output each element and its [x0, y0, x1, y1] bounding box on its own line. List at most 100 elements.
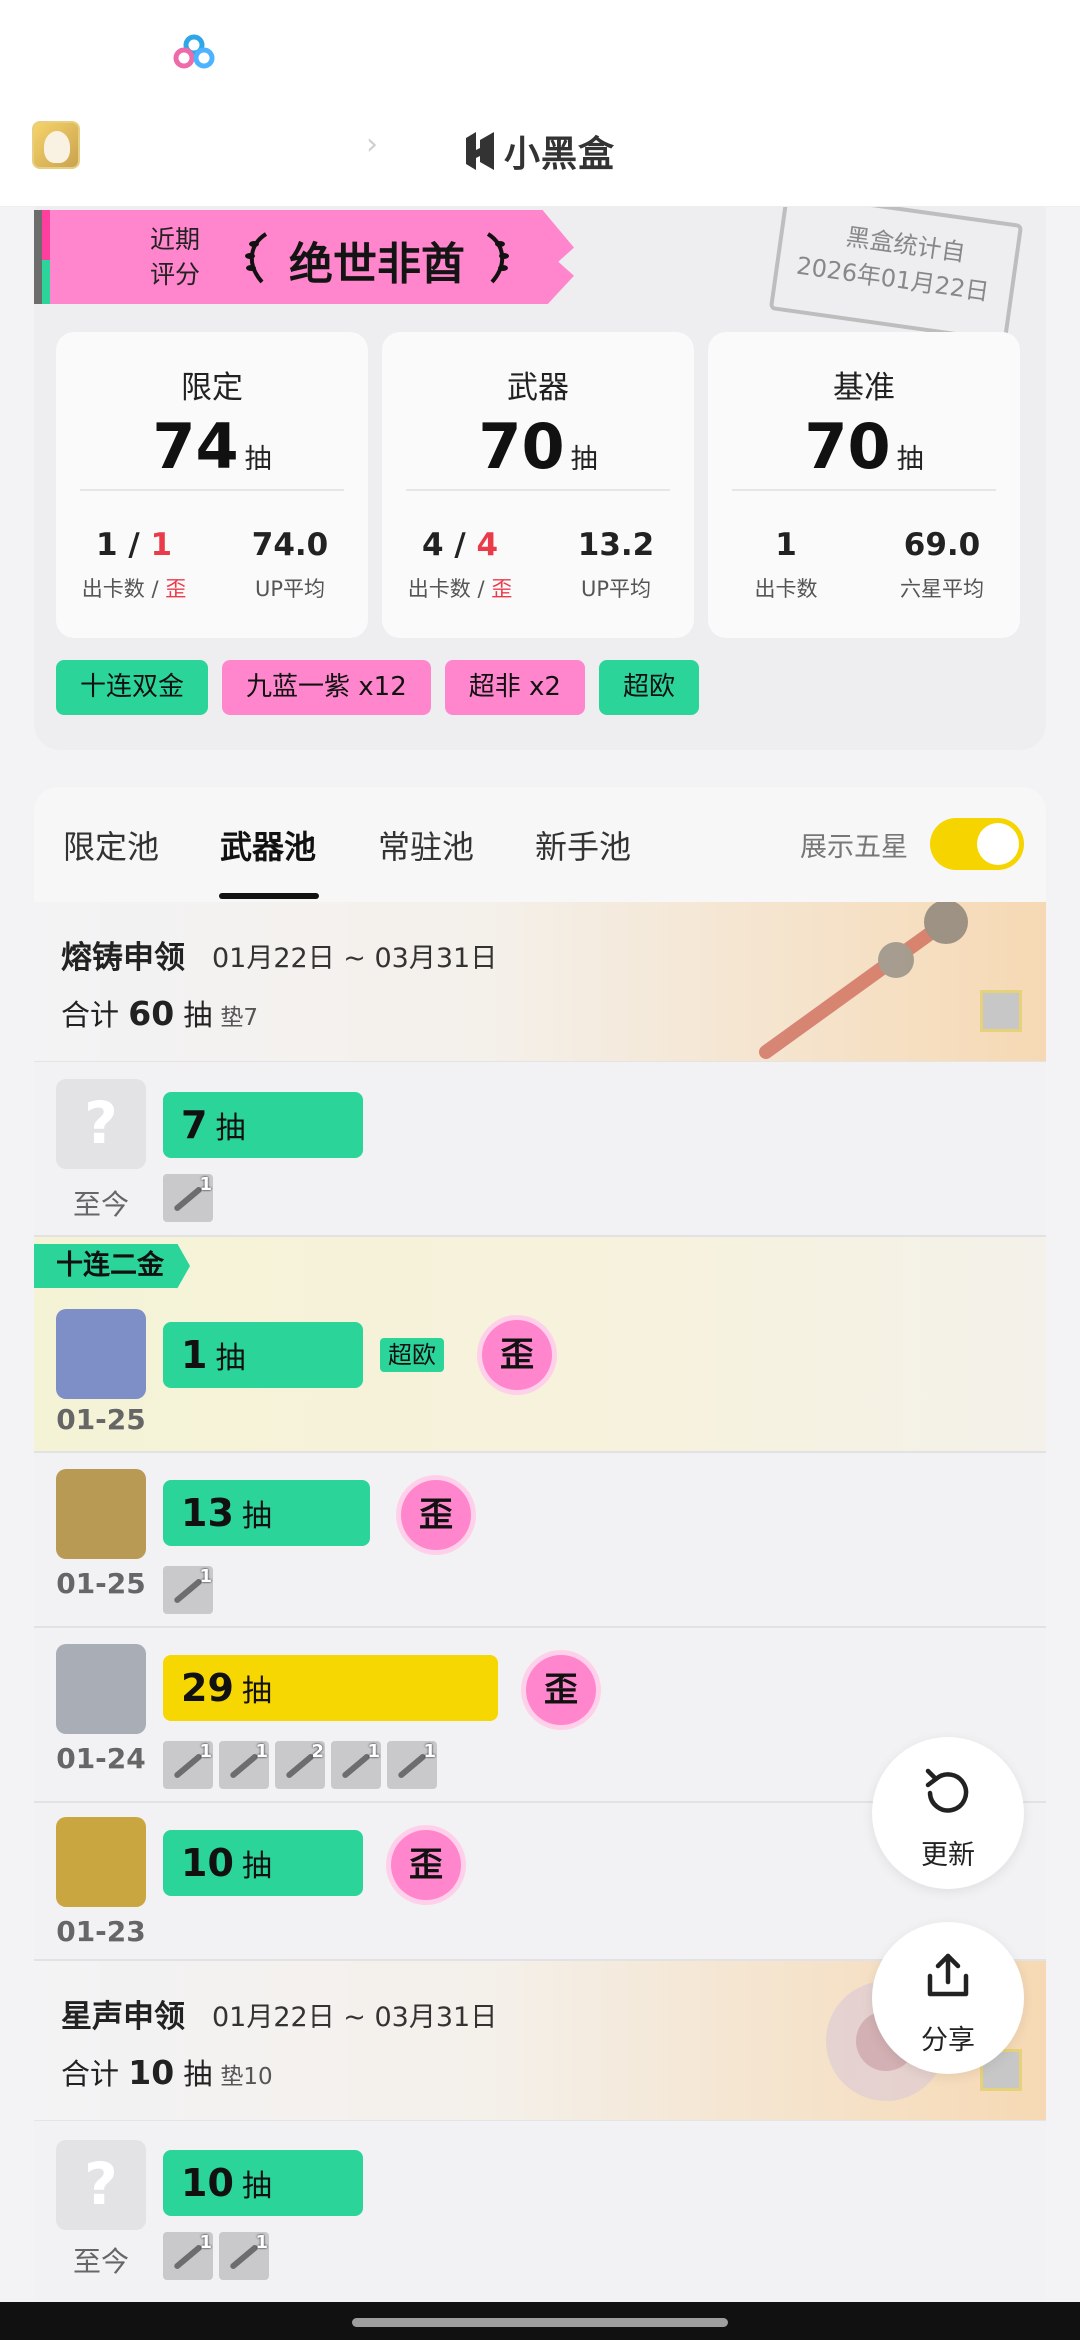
pull-row: 至今 10抽 1 1	[34, 2122, 1046, 2302]
pool-title: 星声申领	[61, 1999, 185, 2035]
tag-list: 十连双金 九蓝一紫 x12 超非 x2 超欧	[56, 660, 699, 715]
tab-limited[interactable]: 限定池	[63, 822, 159, 868]
stat-left-sep: /	[443, 527, 477, 563]
stat-right-key: UP平均	[254, 577, 326, 601]
tab-standard[interactable]: 常驻池	[378, 822, 474, 868]
stat-left-key-a: 出卡数 /	[81, 577, 166, 601]
stat-left-a: 4	[421, 527, 444, 563]
lucky-badge: 超欧	[380, 1338, 444, 1372]
stat-left-key-b: 歪	[491, 577, 513, 601]
pull-count-unit: 抽	[241, 2169, 272, 2204]
pull-row: 01-25 13 抽 歪 1	[34, 1453, 1046, 1628]
item-count: 2	[311, 1741, 324, 1762]
weapon-item-icon: 1	[219, 1741, 269, 1789]
stat-name: 限定	[181, 370, 243, 406]
tab-beginner[interactable]: 新手池	[535, 822, 631, 868]
item-count: 1	[199, 2232, 212, 2253]
off-banner-badge: 歪	[401, 1480, 471, 1550]
weapon-item-icon: 1	[331, 1741, 381, 1789]
pull-date: 01-25	[56, 1403, 146, 1436]
tab-weapon[interactable]: 武器池	[220, 822, 316, 868]
pool-date: 01月22日 ~ 03月31日	[212, 943, 498, 974]
pull-row: 十连二金 01-25 1抽 超欧 歪	[34, 1237, 1046, 1453]
pull-count-value: 1	[181, 1333, 208, 1377]
pull-count: 7抽	[163, 1092, 363, 1158]
item-list: 1	[163, 1566, 213, 1614]
tag: 十连双金	[56, 660, 209, 715]
brand-name: 小黑盒	[504, 134, 616, 175]
share-button[interactable]: 分享	[872, 1922, 1024, 2074]
show-five-star-toggle[interactable]	[930, 818, 1024, 870]
pull-count-value: 10	[181, 1841, 234, 1885]
unknown-item-icon	[56, 1079, 146, 1169]
weapon-item-icon: 1	[163, 1174, 213, 1222]
pull-count-value: 10	[181, 2161, 234, 2205]
refresh-icon	[925, 1768, 969, 1813]
pull-date: 至今	[72, 1188, 129, 1221]
brand-logo: 小黑盒	[462, 127, 615, 175]
pull-count-unit: 抽	[215, 1111, 246, 1146]
weapon-item-icon: 1	[163, 1566, 213, 1614]
stat-unit: 抽	[896, 444, 924, 475]
stat-unit: 抽	[570, 444, 598, 475]
stat-card-standard: 基准 70 抽 1 出卡数 69.0 六星平均	[708, 332, 1020, 638]
stat-name: 武器	[507, 370, 569, 406]
stat-left-b: 1	[150, 527, 173, 563]
item-list: 1 1 2 1 1	[163, 1741, 437, 1789]
chevron-right-icon[interactable]: ›	[366, 130, 382, 160]
rating-banner: 近期 评分 绝世非酋	[34, 210, 574, 304]
tag: 超欧	[598, 660, 699, 715]
stat-right-value: 74.0	[251, 527, 329, 563]
stat-left-a: 1	[775, 527, 797, 563]
pull-count-value: 13	[181, 1491, 234, 1535]
weapon-icon	[56, 1469, 146, 1559]
pool-total: 合计 10 抽垫10	[61, 2051, 273, 2093]
pool-total-prefix: 合计	[61, 998, 120, 1032]
share-label: 分享	[921, 2025, 975, 2056]
stat-count: 70	[804, 410, 891, 483]
pool-header[interactable]: 熔铸申领 01月22日 ~ 03月31日 合计 60 抽垫7	[34, 902, 1046, 1062]
weapon-item-icon: 1	[163, 1741, 213, 1789]
pool-title: 熔铸申领	[61, 940, 185, 976]
pool-total-unit: 抽	[183, 2057, 213, 2091]
item-list: 1 1	[163, 2232, 269, 2280]
ten-pull-ribbon: 十连二金	[34, 1244, 190, 1288]
tab-indicator	[219, 893, 319, 899]
status-bar	[0, 0, 1080, 105]
refresh-button[interactable]: 更新	[872, 1737, 1024, 1889]
stat-name: 基准	[833, 370, 895, 406]
weapon-icon	[56, 1817, 146, 1907]
off-banner-badge: 歪	[391, 1830, 461, 1900]
laurel-right-icon	[486, 232, 509, 284]
stat-right-value: 69.0	[903, 527, 981, 563]
gesture-navigation-bar	[0, 2302, 1080, 2340]
weapon-art-icon	[759, 902, 968, 1059]
stat-right-key: 六星平均	[900, 577, 984, 601]
pull-count: 29 抽	[163, 1655, 498, 1721]
pool-total-count: 60	[128, 994, 175, 1033]
pull-date: 01-24	[56, 1742, 146, 1775]
pool-total-count: 10	[128, 2053, 175, 2092]
app-notification-icon	[173, 34, 215, 69]
item-count: 1	[199, 1566, 212, 1587]
stat-left-sep: /	[117, 527, 151, 563]
home-indicator[interactable]	[352, 2318, 728, 2327]
tag: 九蓝一紫 x12	[222, 660, 431, 715]
weapon-item-icon: 2	[275, 1741, 325, 1789]
refresh-label: 更新	[921, 1840, 975, 1871]
share-icon	[927, 1953, 969, 1997]
stat-left-a: 1	[95, 527, 118, 563]
pull-count-unit: 抽	[241, 1674, 272, 1709]
stat-left-b: 4	[476, 527, 499, 563]
game-avatar[interactable]	[32, 121, 80, 169]
pool-pity: 垫7	[220, 1005, 259, 1031]
item-count: 1	[199, 1741, 212, 1762]
weapon-item-icon: 1	[163, 2232, 213, 2280]
weapon-item-icon: 1	[387, 1741, 437, 1789]
pull-date: 01-23	[56, 1915, 146, 1948]
pull-row: 至今 7抽 1	[34, 1063, 1046, 1237]
pull-count-value: 29	[181, 1666, 234, 1710]
item-count: 1	[423, 1741, 436, 1762]
weapon-icon	[56, 1309, 146, 1399]
pool-total-unit: 抽	[183, 998, 213, 1032]
